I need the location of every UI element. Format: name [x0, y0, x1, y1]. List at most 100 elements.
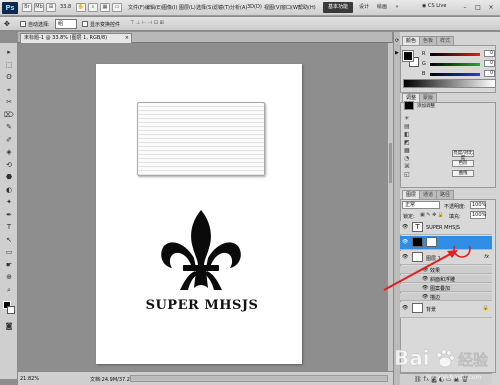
tool-icon[interactable]: ▭ [3, 247, 15, 257]
red-slider[interactable]: R 0 [422, 50, 496, 58]
visibility-eye-icon[interactable]: 👁 [402, 239, 408, 245]
tool-icon[interactable]: ⬚ [3, 60, 15, 70]
menu-item[interactable]: 滤镜(T) [213, 4, 230, 11]
green-slider[interactable]: G 0 [422, 60, 496, 68]
document-tab-bar: 未标题-1 @ 33.8% (图层 1, RGB/8) × [18, 32, 392, 43]
adjust-button-3[interactable]: 曲线 [452, 170, 474, 177]
menu-item[interactable]: 图层(L) [179, 4, 196, 11]
fill-input[interactable]: 100% [470, 211, 486, 219]
bridge-icon[interactable]: Br [22, 3, 32, 12]
arrange-documents-icon[interactable]: ▦ [100, 3, 110, 12]
workspace-painting-button[interactable]: 绘画 [374, 2, 390, 13]
menu-item[interactable]: 分析(A) [230, 4, 247, 11]
lock-icons[interactable]: ▣ ✎ ✥ 🔒 [420, 212, 444, 218]
zoom-level[interactable]: 33.8 [60, 4, 71, 10]
blue-slider[interactable]: B 0 [422, 70, 496, 78]
menu-item[interactable]: 文件(F) [128, 4, 145, 11]
background-color-swatch[interactable] [7, 306, 15, 314]
tool-icon[interactable]: ⊕ [3, 272, 15, 282]
auto-select-checkbox[interactable] [20, 21, 26, 27]
tool-icon[interactable]: T [3, 222, 15, 232]
tool-icon[interactable]: ◐ [3, 185, 15, 195]
minibridge-icon[interactable]: Mb [34, 3, 44, 12]
layer-effect-row[interactable]: 👁 描边 [400, 293, 492, 301]
hand-tool-icon[interactable]: ✋ [76, 3, 86, 12]
blue-value[interactable]: 0 [484, 70, 495, 77]
adjustment-icons[interactable]: ☀ ▤ ◧ ◩ ▦ ◔ ⌘ ◱ [404, 115, 410, 179]
document-tab[interactable]: 未标题-1 @ 33.8% (图层 1, RGB/8) × [20, 33, 132, 43]
tool-icon[interactable]: ☛ [3, 260, 15, 270]
horizontal-scrollbar[interactable] [130, 375, 388, 382]
tab-channels[interactable]: 通道 [419, 190, 438, 199]
workspace-more-button[interactable]: » [392, 2, 402, 13]
red-gradient[interactable] [430, 53, 480, 56]
guides-icon[interactable]: ⊞ [46, 3, 56, 12]
color-panel-foreground-swatch[interactable] [402, 50, 414, 62]
quick-mask-icon[interactable]: ◙ [3, 321, 15, 331]
menu-item[interactable]: 帮助(H) [298, 4, 316, 11]
paw-icon [436, 349, 455, 368]
panel-dock-strip[interactable]: ⟳ ▶ [393, 32, 400, 385]
tool-icon[interactable]: ⌦ [3, 110, 15, 120]
adjust-button-2[interactable]: 色阶 [452, 160, 474, 167]
vertical-scroll-thumb[interactable] [389, 143, 392, 183]
minimize-button[interactable]: – [460, 3, 470, 12]
layer-row[interactable]: 👁 T SUPER MHSJS [400, 221, 492, 235]
tab-layers[interactable]: 图层 [402, 190, 421, 199]
screen-mode-icon[interactable]: ▭ [112, 3, 122, 12]
menu-item[interactable]: 视图(V) [264, 4, 281, 11]
tool-icon[interactable]: ▸ [3, 47, 15, 57]
color-spectrum-bar[interactable] [403, 79, 496, 88]
align-icons[interactable]: ⊤ ⊥ ⊢ ⊣ ⊡ ⊞ [130, 20, 164, 26]
tab-masks[interactable]: 蒙版 [419, 93, 438, 102]
opacity-input[interactable]: 100% [470, 201, 486, 209]
cs-live-button[interactable]: ◉ CS Live [422, 3, 446, 9]
tool-icon[interactable]: ✒ [3, 210, 15, 220]
green-value[interactable]: 0 [484, 60, 495, 67]
zoom-percentage[interactable]: 21.82% [20, 376, 39, 382]
tool-icon[interactable]: ✎ [3, 122, 15, 132]
blend-mode-dropdown[interactable]: 正常 [402, 201, 440, 209]
tool-icon[interactable]: ⌖ [3, 85, 15, 95]
workspace-design-button[interactable]: 设计 [356, 2, 372, 13]
tool-icon[interactable]: ↖ [3, 235, 15, 245]
menu-item[interactable]: 图像(I) [162, 4, 177, 11]
tool-icon[interactable]: ◈ [3, 147, 15, 157]
visibility-eye-icon[interactable]: 👁 [402, 305, 408, 311]
tab-styles[interactable]: 样式 [436, 36, 455, 45]
zoom-tool-icon[interactable]: ⌕ [88, 3, 98, 12]
pattern-card-shape[interactable] [137, 102, 265, 176]
actions-icon[interactable]: ▶ [395, 50, 399, 56]
visibility-eye-icon[interactable]: 👁 [402, 224, 408, 230]
layer-fx-icon[interactable]: fx [484, 254, 489, 260]
close-window-button[interactable]: × [486, 3, 496, 12]
menu-item[interactable]: 编辑(E) [145, 4, 162, 11]
blue-gradient[interactable] [430, 73, 480, 76]
show-transform-checkbox[interactable] [82, 21, 88, 27]
tool-icon[interactable]: ✂ [3, 97, 15, 107]
tool-icon[interactable]: ✐ [3, 135, 15, 145]
color-swatches[interactable] [3, 301, 15, 315]
tool-icon[interactable]: ⬣ [3, 172, 15, 182]
adjust-button-1[interactable]: 亮度/对比度 [452, 150, 474, 161]
tab-color[interactable]: 颜色 [402, 36, 421, 45]
visibility-eye-icon[interactable]: 👁 [422, 294, 428, 300]
layer-row[interactable]: 👁 背景 🔒 [400, 302, 492, 318]
auto-select-dropdown[interactable]: 组 [55, 19, 77, 29]
workspace-essentials-button[interactable]: 基本功能 [323, 2, 353, 13]
tab-paths[interactable]: 路径 [436, 190, 455, 199]
close-document-button[interactable]: × [125, 34, 129, 43]
menu-item[interactable]: 选择(S) [196, 4, 213, 11]
menu-item[interactable]: 3D(D) [247, 4, 262, 10]
fleur-de-lis-graphic[interactable] [158, 208, 244, 298]
history-icon[interactable]: ⟳ [395, 38, 399, 44]
tool-icon[interactable]: ✦ [3, 197, 15, 207]
tool-icon[interactable]: ⌕ [3, 285, 15, 295]
tool-icon[interactable]: ⟲ [3, 160, 15, 170]
maximize-button[interactable]: □ [473, 3, 483, 12]
tool-icon[interactable]: ʘ [3, 72, 15, 82]
red-value[interactable]: 0 [484, 50, 495, 57]
tab-swatches[interactable]: 色板 [419, 36, 438, 45]
green-gradient[interactable] [430, 63, 480, 66]
move-tool-icon[interactable]: ✥ [4, 20, 10, 28]
